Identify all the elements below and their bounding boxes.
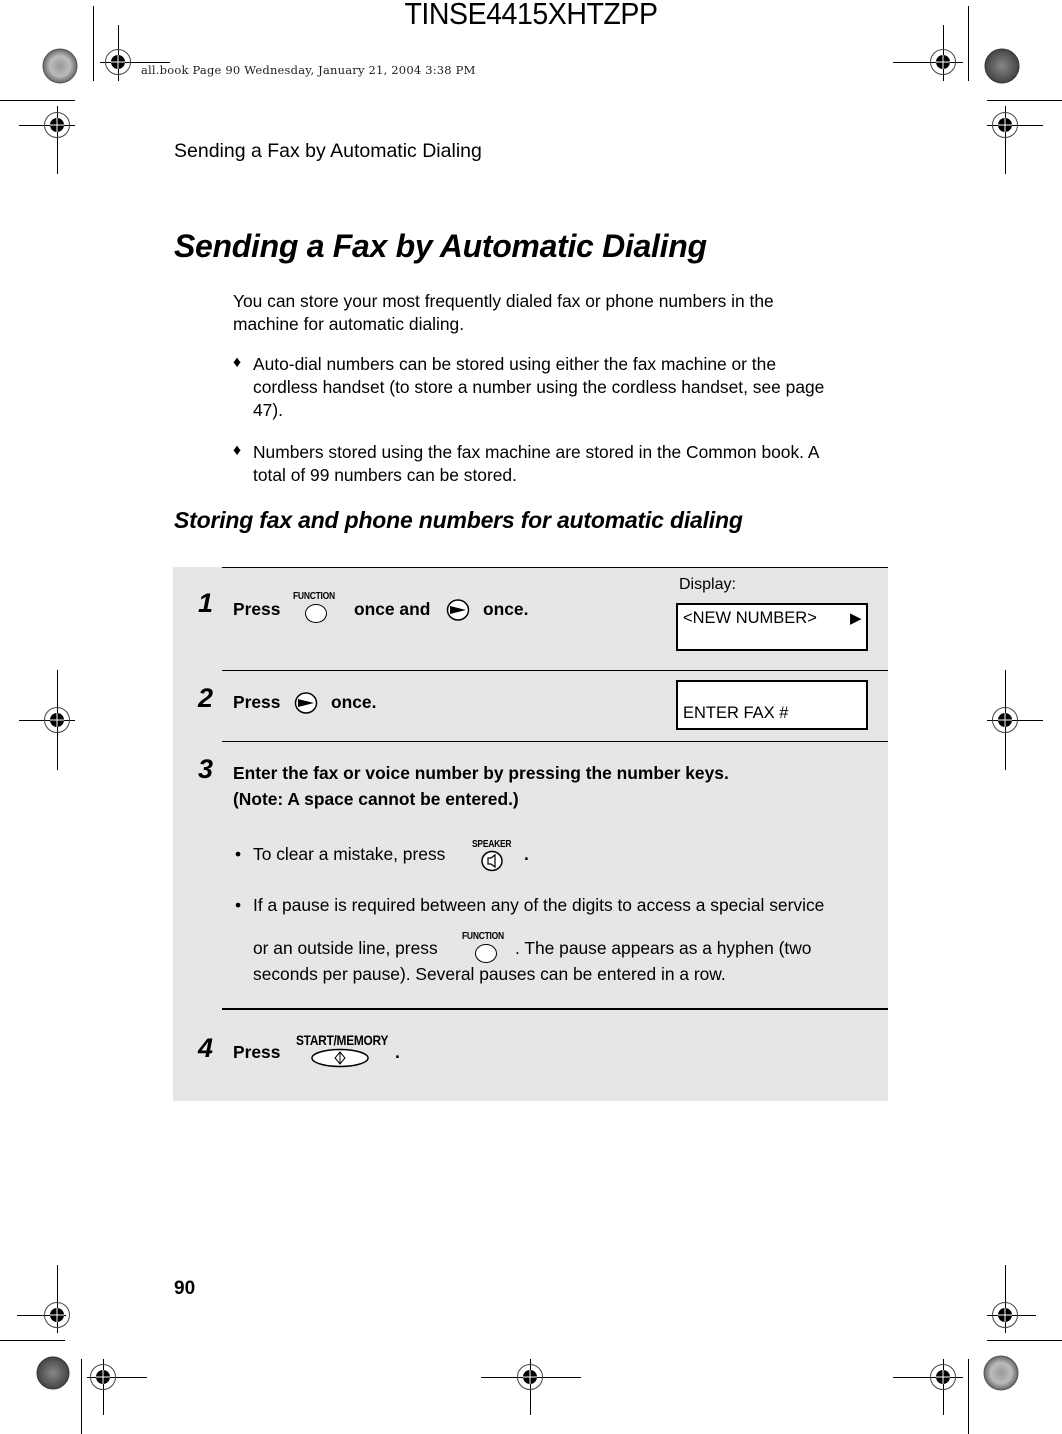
display-label: Display: <box>679 576 736 593</box>
bullet-item: Auto-dial numbers can be stored using ei… <box>253 353 824 422</box>
right-arrow-key-icon <box>446 599 470 621</box>
step-text: . <box>395 1042 400 1062</box>
crop-mark <box>968 6 969 81</box>
step-number: 1 <box>198 588 214 618</box>
crop-mark <box>19 125 75 126</box>
lcd-display: <NEW NUMBER> ▶ <box>676 603 868 651</box>
step-note: (Note: A space cannot be entered.) <box>233 789 519 809</box>
start-memory-key-icon <box>311 1048 369 1068</box>
crop-mark <box>987 100 1062 101</box>
crop-mark <box>81 1359 82 1434</box>
crop-mark <box>987 1315 1036 1316</box>
step-text: once. <box>331 692 377 712</box>
section-subtitle: Storing fax and phone numbers for automa… <box>174 507 743 533</box>
bullet-line: cordless handset (to store a number usin… <box>253 377 825 397</box>
bullet-line: total of 99 numbers can be stored. <box>253 465 517 485</box>
running-head: Sending a Fax by Automatic Dialing <box>174 140 482 162</box>
step-text: Enter the fax or voice number by pressin… <box>233 763 729 783</box>
diamond-bullet-icon: ♦ <box>233 354 242 371</box>
crop-mark <box>103 1359 104 1415</box>
step-number: 3 <box>198 754 214 784</box>
step-divider <box>222 567 888 568</box>
key-label: SPEAKER <box>472 839 512 850</box>
sub-bullet-text: If a pause is required between any of th… <box>253 895 825 915</box>
lcd-text: ENTER FAX # <box>683 704 789 722</box>
crop-mark <box>481 1377 581 1378</box>
crop-mark <box>893 1377 963 1378</box>
lcd-display: ENTER FAX # <box>676 680 868 730</box>
step-number: 2 <box>198 683 214 713</box>
sub-bullet-text: . <box>524 844 529 864</box>
crop-mark <box>19 720 75 721</box>
sub-bullet-text: seconds per pause). Several pauses can b… <box>253 964 726 984</box>
step-text: Press <box>233 599 281 619</box>
crop-mark <box>0 100 75 101</box>
sub-bullet-text: or an outside line, press <box>253 938 438 958</box>
crop-mark <box>93 6 94 81</box>
step-text: Press <box>233 692 281 712</box>
crop-mark <box>968 1359 969 1434</box>
intro-line: machine for automatic dialing. <box>233 314 465 334</box>
dot-bullet-icon: • <box>235 844 242 864</box>
step-number: 4 <box>198 1033 214 1063</box>
file-stamp: all.book Page 90 Wednesday, January 21, … <box>141 63 476 77</box>
step-divider <box>222 1008 888 1010</box>
crop-mark <box>87 1377 147 1378</box>
star-target-icon <box>36 1356 70 1390</box>
speaker-key-icon <box>481 850 503 872</box>
print-job-id: TINSE4415XHTZPP <box>404 0 658 31</box>
intro-paragraph: You can store your most frequently diale… <box>233 290 774 336</box>
function-key-icon <box>475 944 497 963</box>
step-text: Press <box>233 1042 281 1062</box>
crop-mark <box>100 62 170 63</box>
sub-bullet-text: To clear a mistake, press <box>253 844 446 864</box>
crop-mark <box>987 720 1043 721</box>
page-number: 90 <box>174 1278 196 1299</box>
bullet-item: Numbers stored using the fax machine are… <box>253 441 819 487</box>
page-title: Sending a Fax by Automatic Dialing <box>174 228 707 264</box>
crop-mark <box>987 1340 1062 1341</box>
function-key-icon <box>305 604 327 623</box>
star-target-icon <box>42 48 78 84</box>
sub-bullet-text: . The pause appears as a hyphen (two <box>515 938 812 958</box>
step-divider <box>222 741 888 742</box>
intro-line: You can store your most frequently diale… <box>233 291 774 311</box>
dot-bullet-icon: • <box>235 895 242 915</box>
lcd-text: <NEW NUMBER> <box>683 609 817 627</box>
right-arrow-indicator-icon: ▶ <box>850 610 862 627</box>
crop-mark <box>893 62 963 63</box>
star-target-icon <box>984 48 1020 84</box>
crop-mark <box>987 125 1043 126</box>
bullet-line: 47). <box>253 400 283 420</box>
key-label: START/MEMORY <box>296 1032 389 1048</box>
key-label: FUNCTION <box>293 591 335 602</box>
right-arrow-key-icon <box>294 692 318 714</box>
crop-mark <box>943 1359 944 1415</box>
crop-mark <box>530 1359 531 1415</box>
step-divider <box>222 670 888 671</box>
crop-mark <box>1005 106 1006 174</box>
crop-mark <box>1005 1265 1006 1333</box>
step-text: once and <box>354 599 431 619</box>
key-label: FUNCTION <box>462 931 504 942</box>
crop-mark <box>118 25 119 81</box>
crop-mark <box>57 106 58 174</box>
crop-mark <box>17 1315 66 1316</box>
bullet-line: Auto-dial numbers can be stored using ei… <box>253 354 776 374</box>
diamond-bullet-icon: ♦ <box>233 442 242 459</box>
bullet-line: Numbers stored using the fax machine are… <box>253 442 820 462</box>
star-target-icon <box>983 1355 1019 1391</box>
crop-mark <box>57 1265 58 1333</box>
crop-mark <box>943 25 944 81</box>
crop-mark <box>0 1340 65 1341</box>
step-text: once. <box>483 599 529 619</box>
